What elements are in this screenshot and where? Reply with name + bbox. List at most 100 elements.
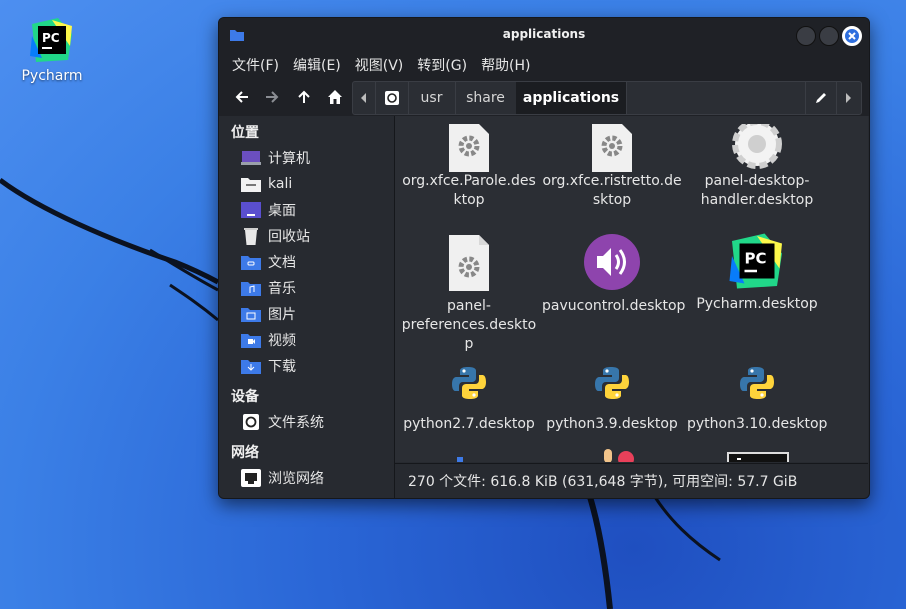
sidebar-item-computer[interactable]: 计算机 [241, 147, 310, 169]
desktop-icon-label: Pycharm [21, 68, 83, 84]
home-folder-icon [241, 178, 261, 192]
file-item[interactable]: python3.10.desktop [687, 351, 827, 434]
pictures-folder-icon [241, 308, 261, 322]
partial-file-icon [604, 449, 634, 462]
up-button[interactable] [293, 86, 315, 108]
file-name-line: preferences.deskto [401, 317, 537, 333]
desktop-icon-pycharm[interactable]: PC Pycharm [14, 16, 90, 84]
menu-file[interactable]: 文件(F) [225, 55, 286, 75]
file-name-line: org.xfce.Parole.des [402, 173, 536, 189]
menu-go[interactable]: 转到(G) [410, 55, 474, 75]
svg-text:PC: PC [42, 31, 60, 45]
triangle-left-icon [361, 93, 366, 103]
file-name-line: sktop [592, 192, 632, 208]
file-name-line: pavucontrol.desktop [542, 298, 686, 314]
path-share-button[interactable]: share [455, 82, 517, 114]
sidebar-item-trash[interactable]: 回收站 [241, 225, 310, 247]
sidebar-item-pictures[interactable]: 图片 [241, 303, 296, 325]
pycharm-icon: PC [729, 233, 782, 289]
sidebar-heading-devices: 设备 [231, 389, 259, 405]
status-bar: 270 个文件: 616.8 KiB (631,648 字节), 可用空间: 5… [395, 463, 868, 498]
sidebar-item-label: 回收站 [268, 229, 310, 245]
sidebar-item-label: 文件系统 [268, 415, 324, 431]
sidebar-item-label: 桌面 [268, 203, 296, 219]
sidebar-item-music[interactable]: 音乐 [241, 277, 296, 299]
close-icon [843, 27, 861, 45]
computer-icon [241, 151, 261, 165]
maximize-button[interactable] [819, 26, 839, 46]
music-folder-icon [241, 282, 261, 296]
file-item[interactable]: org.xfce.Parole.des ktop [399, 116, 539, 210]
pencil-icon [816, 93, 826, 103]
status-text: 270 个文件: 616.8 KiB (631,648 字节), 可用空间: 5… [408, 474, 798, 490]
file-name-line: python3.9.desktop [546, 416, 678, 432]
sidebar-item-label: 浏览网络 [268, 471, 324, 487]
gear-file-icon [449, 235, 489, 291]
file-name-line: python3.10.desktop [687, 416, 828, 432]
documents-folder-icon [241, 256, 261, 270]
window-title: applications [502, 27, 586, 41]
python-icon [452, 367, 486, 399]
menu-help[interactable]: 帮助(H) [474, 55, 537, 75]
arrow-left-icon [235, 91, 248, 103]
triangle-right-icon [845, 93, 851, 103]
path-root-button[interactable] [375, 82, 409, 114]
edit-location-button[interactable] [805, 82, 837, 114]
path-applications-button[interactable]: applications [516, 82, 627, 114]
trash-icon [244, 228, 258, 245]
back-button[interactable] [231, 86, 253, 108]
sidebar-item-label: 视频 [268, 333, 296, 349]
sidebar-item-desktop[interactable]: 桌面 [241, 199, 296, 221]
sidebar-item-kali[interactable]: kali [241, 173, 292, 195]
sidebar-item-videos[interactable]: 视频 [241, 329, 296, 351]
path-scroll-right-button[interactable] [835, 82, 860, 114]
network-icon [241, 469, 261, 487]
file-item[interactable]: PC Pycharm.desktop [687, 231, 827, 314]
toolbar: usr share applications [219, 78, 869, 116]
python-icon [740, 367, 774, 399]
file-name-line: panel- [447, 298, 491, 314]
menu-view[interactable]: 视图(V) [348, 55, 411, 75]
sidebar-heading-places: 位置 [231, 125, 259, 141]
sidebar-item-label: 音乐 [268, 281, 296, 297]
path-bar: usr share applications [352, 81, 862, 115]
menu-edit[interactable]: 编辑(E) [286, 55, 348, 75]
forward-button[interactable] [261, 86, 283, 108]
file-name-line: python2.7.desktop [403, 416, 535, 432]
file-item[interactable]: python3.9.desktop [542, 351, 682, 434]
sidebar-item-filesystem[interactable]: 文件系统 [241, 411, 324, 433]
file-name-line: handler.desktop [700, 192, 814, 208]
sidebar-item-label: 计算机 [268, 151, 310, 167]
drive-icon [384, 91, 399, 105]
settings-gear-icon [732, 124, 782, 169]
file-item[interactable]: org.xfce.ristretto.de sktop [542, 116, 682, 210]
close-button[interactable] [842, 26, 862, 46]
sidebar-item-label: 下载 [268, 359, 296, 375]
file-item[interactable]: panel-desktop- handler.desktop [687, 116, 827, 210]
sidebar-item-label: 文档 [268, 255, 296, 271]
arrow-right-icon [266, 91, 279, 103]
file-name-line: ktop [453, 192, 485, 208]
file-name-line: panel-desktop- [704, 173, 810, 189]
menu-bar: 文件(F) 编辑(E) 视图(V) 转到(G) 帮助(H) [219, 52, 869, 78]
file-item[interactable]: panel- preferences.deskto p [399, 231, 539, 354]
gear-file-icon [592, 124, 632, 172]
sidebar: 位置 计算机 kali 桌面 回收站 文档 音乐 图片 视频 下载 设备 文件系… [219, 116, 395, 498]
python-icon [595, 367, 629, 399]
minimize-button[interactable] [796, 26, 816, 46]
path-scroll-left-button[interactable] [353, 82, 376, 114]
sidebar-item-documents[interactable]: 文档 [241, 251, 296, 273]
pycharm-icon: PC [30, 18, 72, 62]
sidebar-item-downloads[interactable]: 下载 [241, 355, 296, 377]
sidebar-heading-network: 网络 [231, 445, 259, 461]
desktop-folder-icon [241, 202, 261, 218]
svg-text:PC: PC [745, 250, 767, 268]
sidebar-item-browse-network[interactable]: 浏览网络 [241, 467, 324, 489]
file-name-line: org.xfce.ristretto.de [542, 173, 682, 189]
title-bar[interactable]: applications [219, 18, 869, 52]
file-item[interactable]: python2.7.desktop [399, 351, 539, 434]
path-usr-button[interactable]: usr [408, 82, 456, 114]
home-button[interactable] [324, 86, 346, 108]
partial-file-icon [727, 452, 789, 462]
file-item[interactable]: pavucontrol.desktop [542, 231, 686, 316]
